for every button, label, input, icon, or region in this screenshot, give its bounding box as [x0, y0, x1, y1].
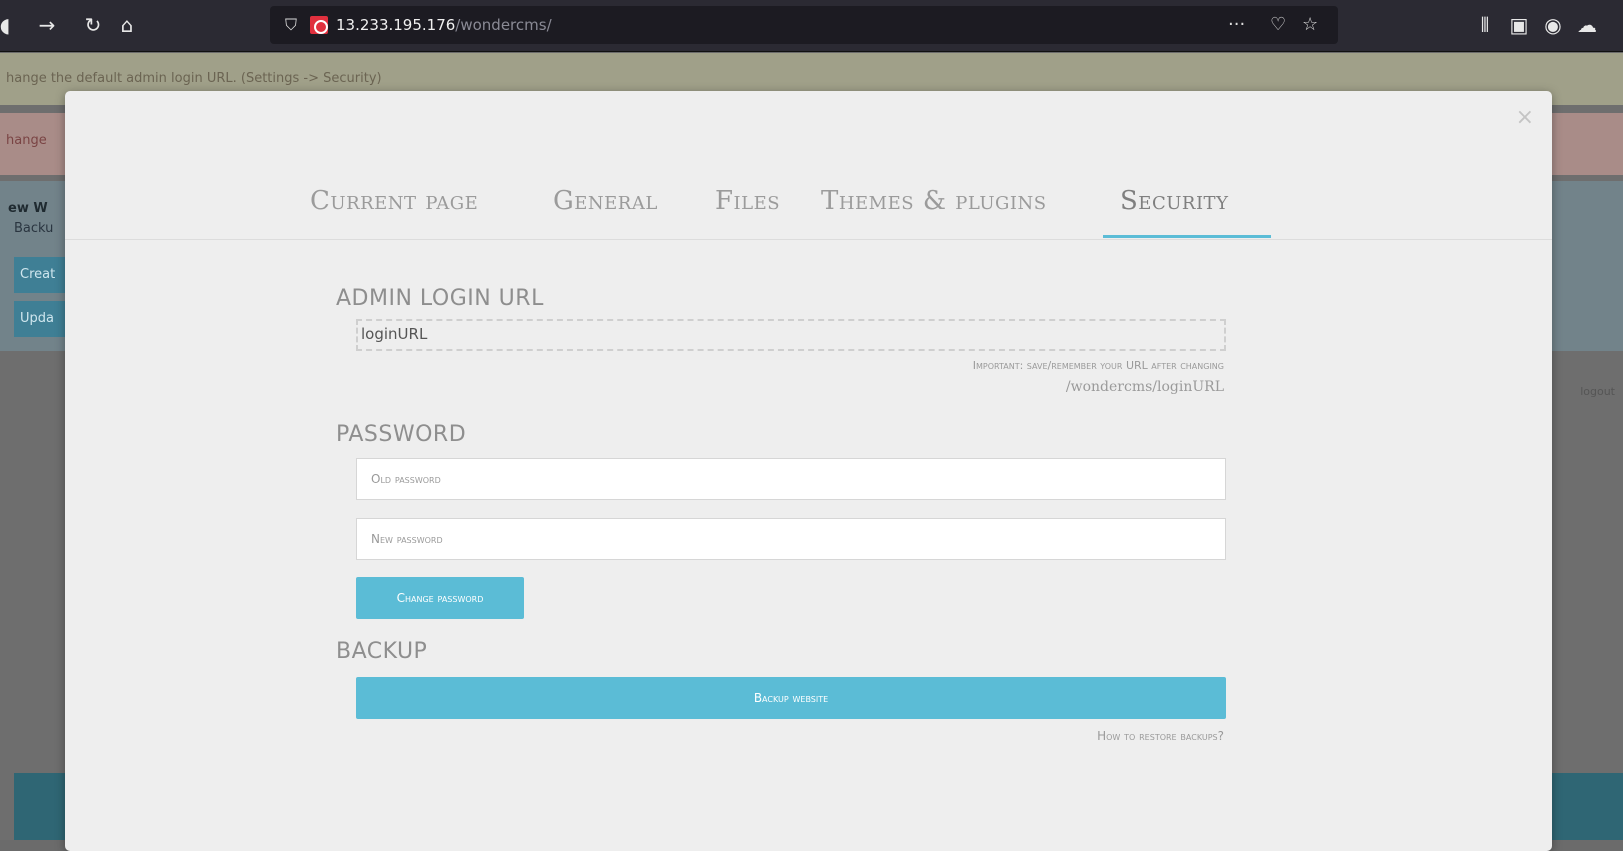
- login-url-note: Important: save/remember your URL after …: [972, 359, 1224, 372]
- settings-tabs: Current page General Files Themes & plug…: [65, 186, 1552, 240]
- backup-heading: BACKUP: [336, 639, 428, 664]
- url-host: 13.233.195.176: [336, 16, 456, 34]
- restore-backups-link[interactable]: How to restore backups?: [1097, 729, 1224, 743]
- old-password-input[interactable]: Old password: [356, 458, 1226, 500]
- shield-icon[interactable]: ⛉: [280, 14, 302, 36]
- close-icon[interactable]: ×: [1516, 105, 1534, 130]
- panel-title: ew W: [8, 201, 48, 216]
- tab-current-page[interactable]: Current page: [310, 186, 478, 240]
- reload-icon[interactable]: ↻: [80, 12, 106, 38]
- url-text[interactable]: 13.233.195.176/wondercms/: [336, 16, 552, 34]
- change-password-button[interactable]: Change password: [356, 577, 524, 619]
- extension-icon[interactable]: ☁: [1574, 12, 1600, 38]
- admin-login-url-heading: ADMIN LOGIN URL: [336, 286, 544, 311]
- notice-login-url-text: hange the default admin login URL. (Sett…: [6, 71, 382, 86]
- login-url-field[interactable]: loginURL: [356, 319, 1226, 351]
- browser-toolbar: ◖ → ↻ ⌂ ⛉ 13.233.195.176/wondercms/ ··· …: [0, 0, 1623, 52]
- sidebar-icon[interactable]: ▣: [1506, 12, 1532, 38]
- tab-security[interactable]: Security: [1120, 186, 1228, 240]
- account-icon[interactable]: ◉: [1540, 12, 1566, 38]
- panel-subtitle: Backu: [14, 221, 54, 236]
- active-tab-indicator: [1103, 235, 1271, 238]
- notice-password-text: hange: [6, 133, 47, 148]
- library-icon[interactable]: ⫴: [1472, 12, 1498, 38]
- tab-themes-plugins[interactable]: Themes & plugins: [821, 186, 1047, 240]
- insecure-lock-icon[interactable]: [310, 16, 328, 34]
- pocket-icon[interactable]: ♡: [1270, 14, 1286, 36]
- forward-icon[interactable]: →: [34, 12, 60, 38]
- password-heading: PASSWORD: [336, 422, 467, 447]
- settings-modal: × Current page General Files Themes & pl…: [65, 91, 1552, 851]
- home-icon[interactable]: ⌂: [114, 12, 140, 38]
- star-icon[interactable]: ☆: [1302, 14, 1318, 36]
- backup-website-button[interactable]: Backup website: [356, 677, 1226, 719]
- url-bar[interactable]: ⛉ 13.233.195.176/wondercms/ ··· ♡ ☆: [270, 6, 1338, 44]
- tab-general[interactable]: General: [553, 186, 658, 240]
- new-password-input[interactable]: New password: [356, 518, 1226, 560]
- more-icon[interactable]: ···: [1228, 14, 1245, 36]
- url-path: /wondercms/: [455, 16, 552, 34]
- logout-link: logout: [1580, 385, 1615, 398]
- tab-files[interactable]: Files: [715, 186, 780, 240]
- back-icon[interactable]: ◖: [0, 12, 18, 38]
- login-url-path: /wondercms/loginURL: [1065, 379, 1224, 395]
